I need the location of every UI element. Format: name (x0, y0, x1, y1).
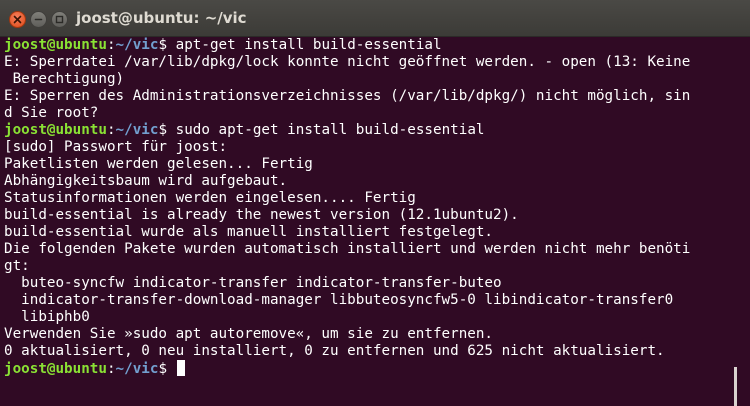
prompt-symbol: $ (158, 122, 176, 138)
text-cursor[interactable] (176, 360, 185, 376)
output-line: d Sie root? (4, 105, 99, 121)
output-line: Paketlisten werden gelesen... Fertig (4, 156, 313, 172)
maximize-icon (55, 15, 64, 24)
output-line: build-essential is already the newest ve… (4, 207, 519, 223)
output-line: libiphb0 (4, 309, 90, 325)
prompt-path: ~/vic (115, 37, 159, 53)
prompt-symbol: $ (158, 37, 176, 53)
prompt-user-host: joost@ubuntu (4, 361, 107, 377)
output-line: 0 aktualisiert, 0 neu installiert, 0 zu … (4, 343, 665, 359)
close-icon (13, 15, 22, 24)
close-button[interactable] (9, 11, 26, 28)
output-line: Verwenden Sie »sudo apt autoremove«, um … (4, 326, 494, 342)
output-line: Die folgenden Pakete wurden automatisch … (4, 241, 691, 257)
prompt-path: ~/vic (115, 122, 159, 138)
prompt-line: joost@ubuntu:~/vic$ sudo apt-get install… (4, 122, 730, 139)
command-text: apt-get install build-essential (175, 37, 442, 53)
output-line: E: Sperrdatei /var/lib/dpkg/lock konnte … (4, 54, 691, 70)
prompt-separator: : (106, 37, 116, 53)
prompt-symbol: $ (158, 361, 176, 377)
output-line: buteo-syncfw indicator-transfer indicato… (4, 275, 502, 291)
output-line: Abhängigkeitsbaum wird aufgebaut. (4, 173, 288, 189)
maximize-button[interactable] (51, 11, 68, 28)
window-title: joost@ubuntu: ~/vic (76, 9, 247, 27)
output-line: indicator-transfer-download-manager libb… (4, 292, 674, 308)
prompt-path: ~/vic (115, 361, 159, 377)
terminal-output[interactable]: joost@ubuntu:~/vic$ apt-get install buil… (4, 37, 730, 406)
prompt-separator: : (106, 122, 116, 138)
command-text: sudo apt-get install build-essential (175, 122, 485, 138)
output-line: [sudo] Passwort für joost: (4, 139, 228, 155)
output-line: build-essential wurde als manuell instal… (4, 224, 494, 240)
scrollbar-indicator[interactable] (734, 367, 737, 406)
minimize-button[interactable] (30, 11, 47, 28)
minimize-icon (34, 18, 43, 21)
output-line: Berechtigung) (4, 71, 125, 87)
output-line: E: Sperren des Administrationsverzeichni… (4, 88, 691, 104)
title-bar[interactable]: joost@ubuntu: ~/vic (0, 0, 750, 37)
prompt-line: joost@ubuntu:~/vic$ apt-get install buil… (4, 37, 730, 54)
output-line: gt: (4, 258, 30, 274)
terminal-window: joost@ubuntu: ~/vic joost@ubuntu:~/vic$ … (0, 0, 750, 406)
prompt-separator: : (106, 361, 116, 377)
prompt-user-host: joost@ubuntu (4, 122, 107, 138)
prompt-user-host: joost@ubuntu (4, 37, 107, 53)
output-line: Statusinformationen werden eingelesen...… (4, 190, 416, 206)
prompt-line: joost@ubuntu:~/vic$ (4, 360, 730, 377)
